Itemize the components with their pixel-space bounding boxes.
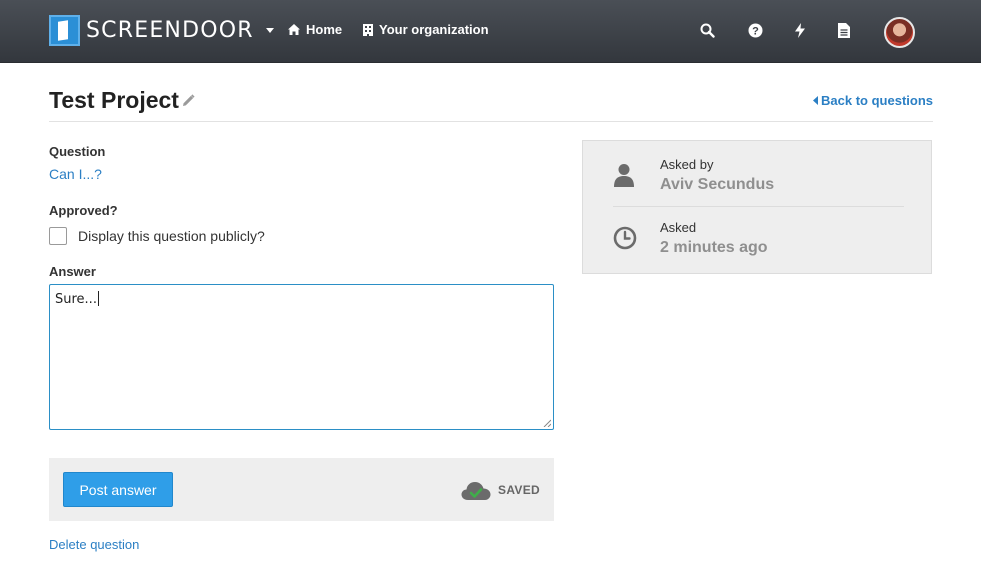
nav-home-label: Home bbox=[306, 22, 343, 37]
resize-grip-icon[interactable] bbox=[543, 419, 551, 427]
delete-question-link[interactable]: Delete question bbox=[49, 537, 139, 552]
asked-by-value: Aviv Secundus bbox=[660, 176, 775, 193]
chevron-left-icon bbox=[813, 96, 819, 105]
text-cursor bbox=[97, 291, 99, 306]
building-icon bbox=[363, 23, 373, 36]
question-label: Question bbox=[49, 144, 106, 159]
answer-textarea[interactable]: Sure... bbox=[49, 284, 554, 430]
back-to-questions-link[interactable]: Back to questions bbox=[813, 93, 933, 108]
user-icon bbox=[614, 164, 634, 187]
saved-label: SAVED bbox=[498, 483, 540, 497]
saved-status: SAVED bbox=[461, 479, 540, 501]
nav-organization-link[interactable]: Your organization bbox=[363, 22, 489, 37]
answer-action-bar: Post answer SAVED bbox=[49, 458, 554, 521]
post-answer-button[interactable]: Post answer bbox=[63, 472, 173, 507]
bolt-icon[interactable] bbox=[795, 23, 805, 43]
info-divider bbox=[613, 206, 904, 207]
back-link-label: Back to questions bbox=[821, 93, 933, 108]
clock-icon bbox=[613, 226, 637, 250]
door-logo-icon bbox=[49, 15, 80, 46]
brand-name: SCREENDOOR bbox=[86, 18, 254, 43]
svg-text:?: ? bbox=[752, 26, 759, 38]
header-divider bbox=[49, 121, 933, 122]
display-publicly-label[interactable]: Display this question publicly? bbox=[78, 228, 265, 244]
approved-label: Approved? bbox=[49, 203, 118, 218]
home-icon bbox=[288, 24, 300, 35]
asked-by-label: Asked by bbox=[660, 157, 714, 172]
document-icon[interactable] bbox=[838, 23, 850, 43]
nav-home-link[interactable]: Home bbox=[288, 22, 342, 37]
question-info-panel: Asked by Aviv Secundus Asked 2 minutes a… bbox=[582, 140, 932, 274]
nav-organization-label: Your organization bbox=[379, 22, 489, 37]
user-avatar[interactable] bbox=[884, 17, 915, 48]
asked-time-value: 2 minutes ago bbox=[660, 239, 768, 256]
pencil-icon[interactable] bbox=[182, 94, 195, 112]
search-icon[interactable] bbox=[700, 23, 715, 43]
display-publicly-checkbox[interactable] bbox=[49, 227, 67, 245]
top-nav-bar: SCREENDOOR Home Your organization ? bbox=[0, 0, 981, 63]
answer-text: Sure... bbox=[55, 292, 97, 307]
answer-label: Answer bbox=[49, 264, 96, 279]
page-title: Test Project bbox=[49, 87, 179, 113]
asked-label: Asked bbox=[660, 220, 697, 235]
brand-logo[interactable]: SCREENDOOR bbox=[49, 15, 274, 46]
question-text-link[interactable]: Can I...? bbox=[49, 166, 102, 182]
cloud-check-icon bbox=[461, 482, 491, 500]
help-icon[interactable]: ? bbox=[748, 23, 763, 43]
chevron-down-icon[interactable] bbox=[265, 28, 274, 33]
